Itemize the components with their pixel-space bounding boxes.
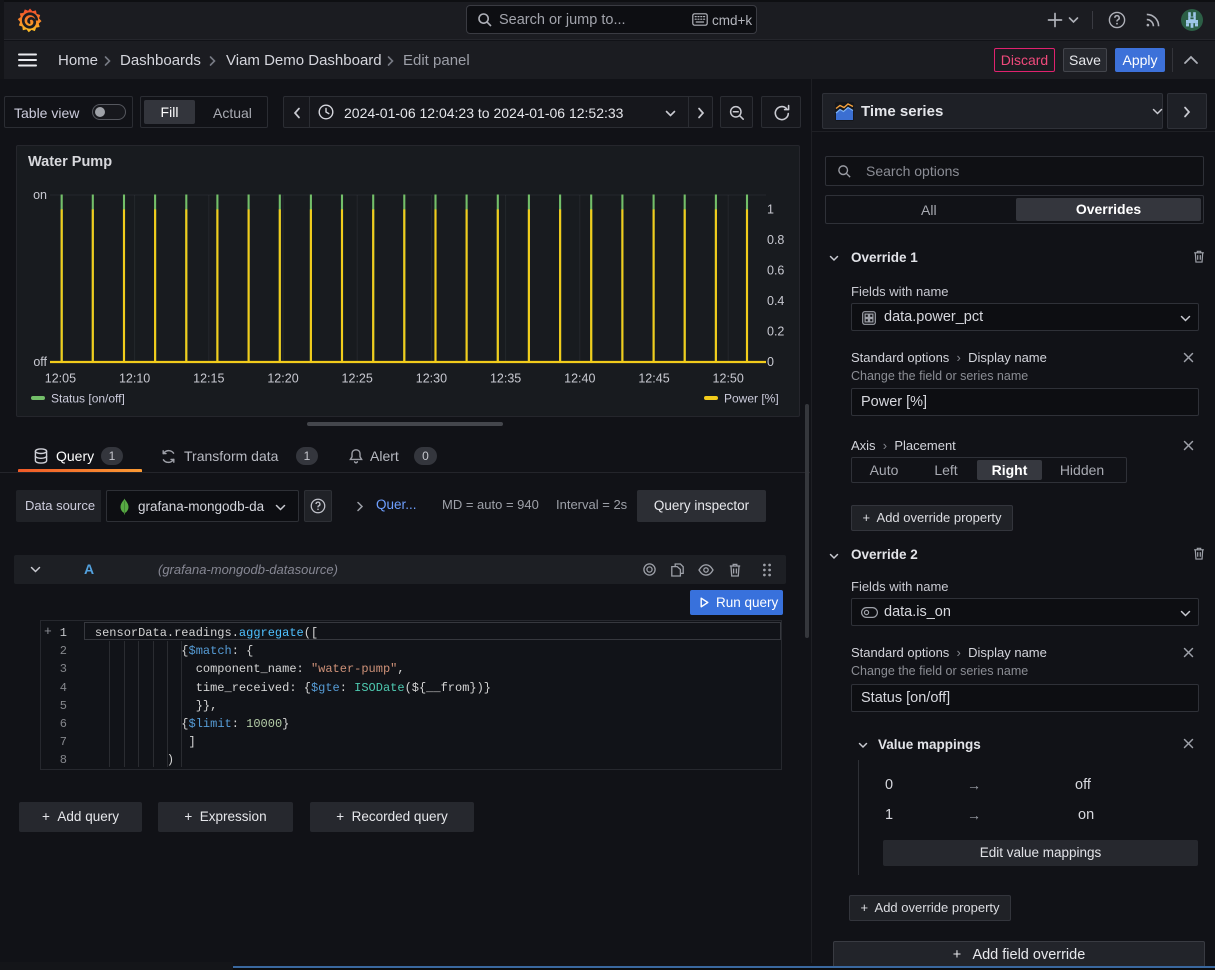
svg-text:1: 1 bbox=[767, 202, 774, 216]
svg-text:0.4: 0.4 bbox=[767, 294, 784, 308]
svg-text:12:45: 12:45 bbox=[638, 372, 669, 386]
svg-text:0.6: 0.6 bbox=[767, 263, 784, 277]
svg-text:off: off bbox=[33, 355, 47, 369]
svg-text:on: on bbox=[33, 188, 47, 202]
svg-text:Status [on/off]: Status [on/off] bbox=[51, 392, 125, 406]
svg-text:12:40: 12:40 bbox=[564, 372, 595, 386]
svg-text:12:30: 12:30 bbox=[416, 372, 447, 386]
svg-text:12:50: 12:50 bbox=[713, 372, 744, 386]
svg-text:12:15: 12:15 bbox=[193, 372, 224, 386]
svg-text:0.8: 0.8 bbox=[767, 233, 784, 247]
svg-text:12:20: 12:20 bbox=[267, 372, 298, 386]
svg-text:12:35: 12:35 bbox=[490, 372, 521, 386]
svg-text:0: 0 bbox=[767, 355, 774, 369]
svg-text:12:25: 12:25 bbox=[342, 372, 373, 386]
svg-text:12:10: 12:10 bbox=[119, 372, 150, 386]
svg-text:12:05: 12:05 bbox=[45, 372, 76, 386]
svg-text:Power [%]: Power [%] bbox=[724, 392, 779, 406]
svg-text:0.2: 0.2 bbox=[767, 324, 784, 338]
